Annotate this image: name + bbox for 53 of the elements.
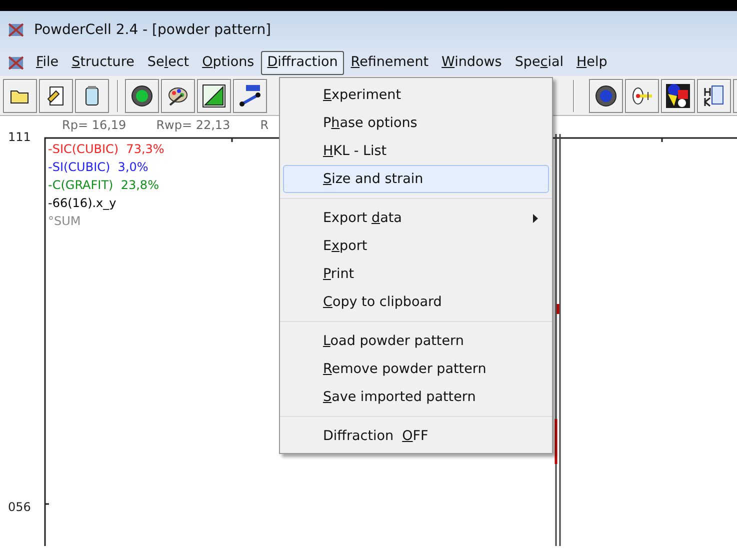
toolbar-button[interactable]: [3, 78, 37, 112]
menu-option[interactable]: Remove powder pattern: [283, 355, 549, 383]
menu-item[interactable]: Options: [196, 50, 260, 74]
menu-item[interactable]: Refinement: [344, 50, 435, 74]
menu-option[interactable]: Diffraction OFF: [283, 422, 549, 450]
toolbar-button[interactable]: [39, 78, 73, 112]
toolbar-button[interactable]: [125, 78, 159, 112]
menu-option[interactable]: Print: [283, 260, 549, 288]
menu-item[interactable]: Help: [570, 50, 614, 74]
toolbar-button[interactable]: [589, 78, 623, 112]
menu-option[interactable]: Save imported pattern: [283, 383, 549, 411]
menu-item[interactable]: Special: [508, 50, 570, 74]
toolbar-button[interactable]: [661, 78, 695, 112]
menu-option[interactable]: Copy to clipboard: [283, 288, 549, 316]
menu-item[interactable]: Diffraction: [261, 50, 344, 74]
app-icon: [8, 22, 24, 38]
ball-icon: [131, 84, 153, 106]
legend-entry: -C(GRAFIT) 23,8%: [48, 177, 160, 194]
edit-line-icon: [238, 84, 262, 108]
menu-option[interactable]: HKL - List: [283, 137, 549, 165]
r-value: R: [260, 117, 269, 134]
shapes-icon: [666, 84, 690, 108]
legend-entry: -SI(CUBIC) 3,0%: [48, 159, 150, 176]
folder-icon: [10, 88, 30, 104]
menu-item[interactable]: Structure: [66, 50, 140, 74]
submenu-arrow-icon: [533, 214, 538, 222]
menu-option[interactable]: Size and strain: [283, 165, 549, 193]
r-value: Rwp= 22,13: [156, 117, 230, 134]
legend-entry: -66(16).x_y: [48, 195, 118, 212]
toolbar-button[interactable]: [625, 78, 659, 112]
app-icon: [8, 54, 24, 70]
menu-option[interactable]: Load powder pattern: [283, 327, 549, 355]
toolbar-button[interactable]: [697, 78, 731, 112]
ball-icon: [595, 84, 617, 106]
legend-entry: -SIC(CUBIC) 73,3%: [48, 141, 164, 158]
axis-label: 056: [8, 499, 31, 516]
axis-label: 111: [8, 129, 31, 146]
chart-icon: [202, 84, 226, 108]
toolbar-button[interactable]: [161, 78, 195, 112]
menu-item[interactable]: Windows: [436, 50, 508, 74]
menu-option[interactable]: Experiment: [283, 81, 549, 109]
toolbar-button[interactable]: [233, 78, 267, 112]
palette-icon: [166, 84, 190, 106]
menu-item[interactable]: Select: [141, 50, 196, 74]
menu-item[interactable]: File: [30, 50, 65, 74]
toolbar-button[interactable]: [75, 78, 109, 112]
r-value: Rp= 16,19: [62, 117, 126, 134]
menu-option[interactable]: Export data: [283, 204, 549, 232]
window-title: PowderCell 2.4 - [powder pattern]: [34, 20, 272, 40]
legend-entry: °SUM: [48, 213, 82, 230]
menu-option[interactable]: Phase options: [283, 109, 549, 137]
toolbar-button[interactable]: [197, 78, 231, 112]
menu-option[interactable]: Export: [283, 232, 549, 260]
